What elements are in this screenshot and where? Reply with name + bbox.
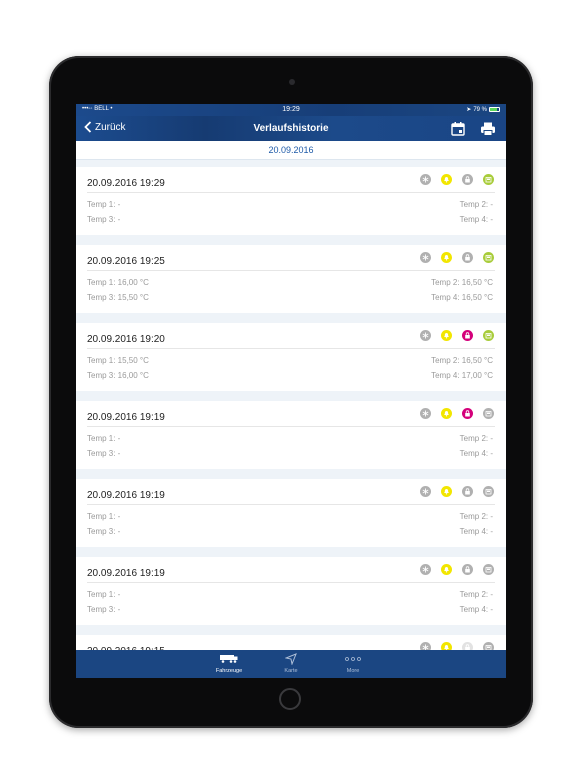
tab-label: Karte [284, 668, 298, 674]
date-header: 20.09.2016 [76, 141, 506, 160]
front-camera [289, 79, 295, 85]
page-title: Verlaufshistorie [253, 123, 329, 134]
snowflake-icon [420, 252, 431, 263]
door-icon [483, 564, 494, 575]
bell-icon [441, 408, 452, 419]
entry-datetime: 20.09.2016 19:19 [87, 412, 165, 423]
lock-icon [462, 564, 473, 575]
lock-icon [462, 252, 473, 263]
temp-4: Temp 4: - [459, 605, 493, 614]
bell-icon [441, 174, 452, 185]
temp-4: Temp 4: 17,00 °C [431, 371, 493, 380]
bell-icon [441, 486, 452, 497]
entry-datetime: 20.09.2016 19:19 [87, 568, 165, 579]
lock-icon [462, 174, 473, 185]
entry-datetime: 20.09.2016 19:19 [87, 490, 165, 501]
location-arrow-icon [285, 653, 297, 665]
snowflake-icon [420, 564, 431, 575]
door-icon [483, 252, 494, 263]
temp-1: Temp 1: - [87, 590, 121, 599]
truck-icon [220, 655, 238, 663]
history-entry[interactable]: 20.09.2016 19:19 Temp 1: - Temp 2: - Tem… [76, 401, 506, 469]
history-entry[interactable]: 20.09.2016 19:29 Temp 1: - Temp 2: - Tem… [76, 167, 506, 235]
entry-datetime: 20.09.2016 19:25 [87, 256, 165, 267]
history-entry[interactable]: 20.09.2016 19:25 Temp 1: 16,00 °C Temp 2… [76, 245, 506, 313]
divider [87, 582, 495, 583]
temp-3: Temp 3: - [87, 449, 121, 458]
snowflake-icon [420, 486, 431, 497]
temp-2: Temp 2: - [459, 512, 493, 521]
tab-more[interactable]: More [323, 653, 383, 674]
divider [87, 504, 495, 505]
temp-2: Temp 2: 16,50 °C [431, 278, 493, 287]
lock-icon [462, 330, 473, 341]
door-icon [483, 408, 494, 419]
temp-2: Temp 2: - [459, 590, 493, 599]
location-icon: ➤ [466, 107, 472, 113]
status-bar: •••◦◦ BELL • 19:29 ➤ 79 % [76, 104, 506, 116]
temp-4: Temp 4: 16,50 °C [431, 293, 493, 302]
tab-label: Fahrzeuge [215, 668, 243, 674]
snowflake-icon [420, 330, 431, 341]
navigation-bar: Zurück Verlaufshistorie [76, 116, 506, 141]
clock: 19:29 [282, 106, 300, 113]
status-icons [420, 174, 494, 185]
temp-1: Temp 1: 16,00 °C [87, 278, 149, 287]
history-entry[interactable]: 20.09.2016 19:19 Temp 1: - Temp 2: - Tem… [76, 557, 506, 625]
divider [87, 426, 495, 427]
temp-3: Temp 3: 15,50 °C [87, 293, 149, 302]
status-icons [420, 486, 494, 497]
calendar-icon[interactable] [450, 121, 466, 137]
bell-icon [441, 564, 452, 575]
more-dots-icon [345, 657, 361, 661]
app-screen: •••◦◦ BELL • 19:29 ➤ 79 % Zurück Verlauf… [76, 104, 506, 678]
tab-label: More [346, 668, 360, 674]
temp-4: Temp 4: - [459, 449, 493, 458]
temp-3: Temp 3: 16,00 °C [87, 371, 149, 380]
lock-icon [462, 486, 473, 497]
battery-icon [489, 107, 500, 112]
temp-3: Temp 3: - [87, 605, 121, 614]
divider [87, 348, 495, 349]
temp-4: Temp 4: - [459, 215, 493, 224]
temp-2: Temp 2: - [459, 200, 493, 209]
temp-1: Temp 1: 15,50 °C [87, 356, 149, 365]
status-icons [420, 408, 494, 419]
temp-3: Temp 3: - [87, 215, 121, 224]
history-entry[interactable]: 20.09.2016 19:20 Temp 1: 15,50 °C Temp 2… [76, 323, 506, 391]
history-entry[interactable]: 20.09.2016 19:19 Temp 1: - Temp 2: - Tem… [76, 479, 506, 547]
tab-fahrzeuge[interactable]: Fahrzeuge [199, 653, 259, 674]
battery-fill [490, 108, 498, 111]
tab-bar: Fahrzeuge Karte More [76, 650, 506, 678]
print-icon[interactable] [480, 121, 496, 137]
lock-icon [462, 408, 473, 419]
nav-actions [450, 121, 496, 137]
bell-icon [441, 252, 452, 263]
bell-icon [441, 330, 452, 341]
door-icon [483, 330, 494, 341]
battery-percent: 79 % [473, 106, 487, 113]
temp-4: Temp 4: - [459, 527, 493, 536]
door-icon [483, 486, 494, 497]
status-icons [420, 252, 494, 263]
status-icons [420, 564, 494, 575]
snowflake-icon [420, 174, 431, 185]
tab-karte[interactable]: Karte [261, 653, 321, 674]
temp-1: Temp 1: - [87, 434, 121, 443]
temp-2: Temp 2: - [459, 434, 493, 443]
status-right: ➤ 79 % [466, 106, 500, 113]
divider [87, 270, 495, 271]
home-button[interactable] [279, 688, 301, 710]
status-icons [420, 330, 494, 341]
temp-2: Temp 2: 16,50 °C [431, 356, 493, 365]
temp-3: Temp 3: - [87, 527, 121, 536]
snowflake-icon [420, 408, 431, 419]
temp-1: Temp 1: - [87, 512, 121, 521]
temp-1: Temp 1: - [87, 200, 121, 209]
divider [87, 192, 495, 193]
entry-datetime: 20.09.2016 19:29 [87, 178, 165, 189]
entry-datetime: 20.09.2016 19:20 [87, 334, 165, 345]
door-icon [483, 174, 494, 185]
